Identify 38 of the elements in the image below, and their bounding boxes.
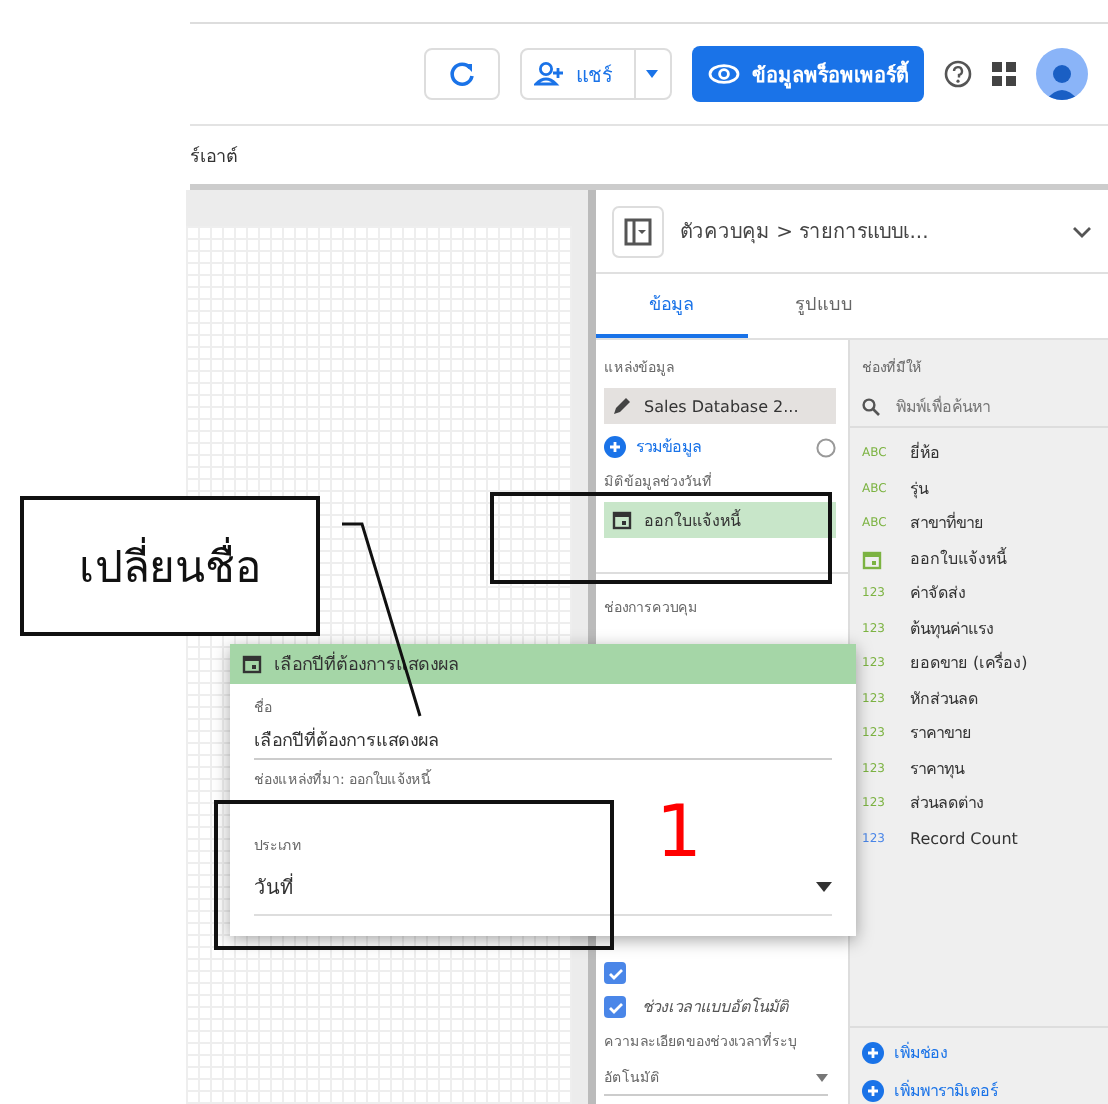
- pencil-icon: [612, 396, 632, 416]
- search-field[interactable]: พิมพ์เพื่อค้นหา: [896, 394, 1096, 418]
- caret-icon: [816, 882, 832, 892]
- plus-circle-icon: [604, 436, 626, 458]
- eye-icon: [708, 64, 740, 84]
- name-input[interactable]: เลือกปีที่ต้องการแสดงผล: [254, 726, 832, 760]
- search-icon: [862, 397, 880, 415]
- add-person-icon: [534, 62, 566, 86]
- share-button[interactable]: แชร์: [520, 48, 672, 100]
- add-link[interactable]: เพิ่มช่อง: [894, 1040, 948, 1066]
- plus-circle-icon: [862, 1080, 884, 1102]
- layout-menu-text[interactable]: ร์เอาต์: [190, 141, 238, 169]
- callout-box: เปลี่ยนชื่อ: [20, 496, 320, 636]
- date-dimension-chip[interactable]: ออกใบแจ้งหนี้: [604, 502, 836, 538]
- panel-tab[interactable]: รูปแบบ: [748, 274, 900, 338]
- type-dropdown[interactable]: วันที่: [254, 864, 832, 916]
- field-item[interactable]: ออกใบแจ้งหนี้: [862, 545, 1096, 572]
- apps-grid-icon[interactable]: [992, 62, 1016, 86]
- caret-icon: [816, 1073, 828, 1081]
- user-avatar[interactable]: [1036, 48, 1088, 100]
- plus-circle-icon: [862, 1042, 884, 1064]
- calendar-icon: [862, 549, 882, 570]
- add-link[interactable]: เพิ่มพารามิเตอร์: [894, 1078, 998, 1104]
- calendar-icon: [612, 510, 632, 530]
- refresh-button[interactable]: [424, 48, 500, 100]
- checkbox[interactable]: [604, 996, 626, 1018]
- blend-data-link[interactable]: รวมข้อมูล: [636, 434, 702, 460]
- chevron-down-icon[interactable]: [1072, 225, 1092, 237]
- calendar-icon: [242, 654, 262, 674]
- control-list-icon: [612, 205, 664, 257]
- refresh-icon: [448, 60, 476, 88]
- panel-tab[interactable]: ข้อมูล: [596, 274, 748, 338]
- view-button[interactable]: ข้อมูลพร็อพเพอร์ตี้: [692, 46, 924, 102]
- checkbox[interactable]: [604, 962, 626, 984]
- breadcrumb-title: ตัวควบคุม > รายการแบบเ...: [680, 220, 931, 246]
- caret-icon: [646, 70, 658, 78]
- checkbox-label: ช่วงเวลาแบบอัตโนมัติ: [642, 995, 788, 1020]
- data-source-chip[interactable]: Sales Database 2...: [604, 388, 836, 424]
